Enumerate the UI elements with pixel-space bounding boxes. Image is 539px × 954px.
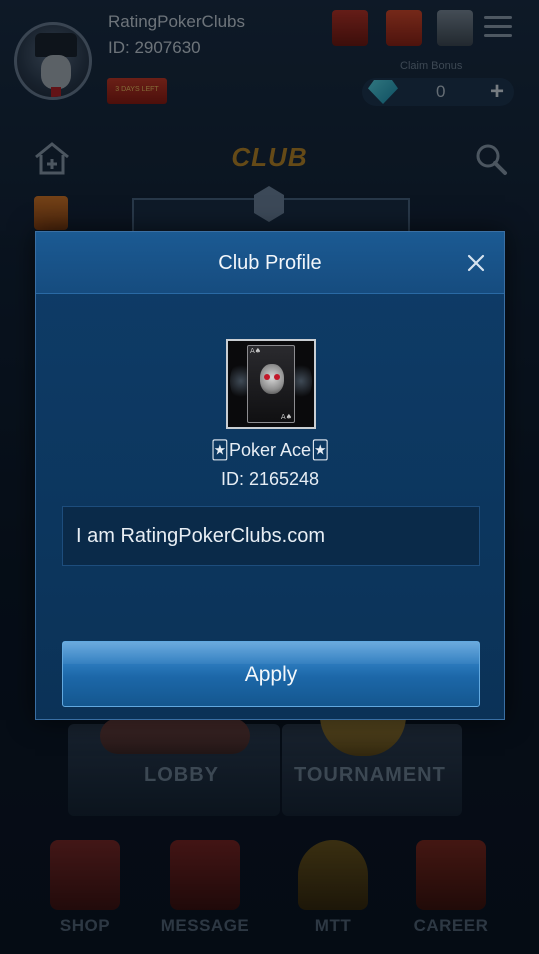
dialog-header: Club Profile [36, 232, 504, 294]
club-name: 🃏Poker Ace🃏 [210, 440, 330, 460]
joker-card-icon: A♠ A♠ [247, 345, 295, 423]
club-description: I am RatingPokerClubs.com [76, 525, 325, 547]
club-avatar: A♠ A♠ [226, 339, 316, 429]
club-id: ID: 2165248 [220, 469, 320, 489]
dialog-title: Club Profile [218, 252, 322, 274]
apply-button[interactable]: Apply [62, 641, 480, 707]
apply-button-label: Apply [244, 663, 298, 686]
club-description-box: I am RatingPokerClubs.com [62, 506, 480, 566]
club-profile-dialog: Club Profile A♠ A♠ 🃏Poker Ace🃏 ID: 21652… [35, 231, 505, 720]
close-icon[interactable] [464, 251, 488, 275]
